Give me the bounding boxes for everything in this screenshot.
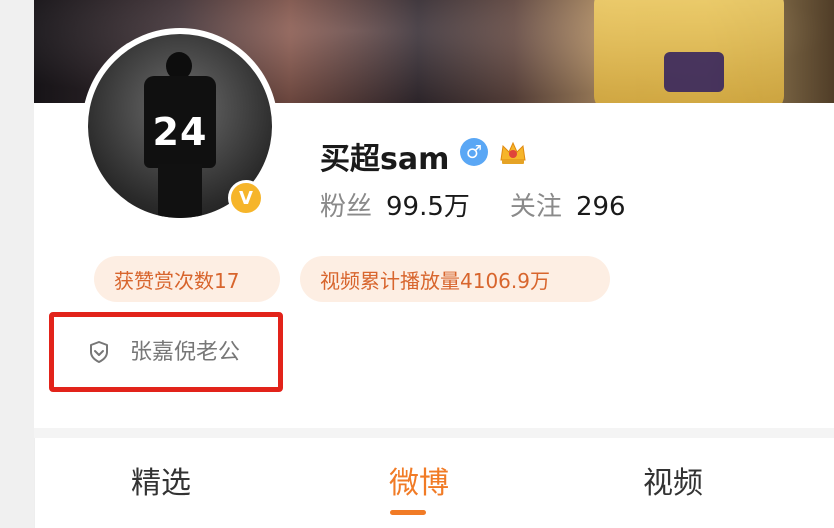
jersey-number: 24 bbox=[152, 110, 208, 154]
male-icon: ♂ bbox=[460, 138, 488, 166]
shield-icon bbox=[90, 341, 108, 363]
verified-badge-icon: V bbox=[228, 180, 264, 216]
avatar[interactable]: 24 V bbox=[82, 28, 278, 224]
following-label: 关注 bbox=[509, 192, 562, 222]
likes-reward-tag[interactable]: 获赞赏次数17 bbox=[94, 256, 280, 302]
section-divider bbox=[34, 428, 834, 438]
following-count[interactable]: 296 bbox=[576, 192, 626, 222]
medal-label[interactable]: 张嘉倪老公 bbox=[130, 334, 240, 366]
followers-label: 粉丝 bbox=[320, 192, 373, 222]
profile-tabs: 精选 微博 视频 bbox=[34, 438, 834, 528]
crown-icon bbox=[500, 141, 526, 164]
tab-weibo[interactable]: 微博 bbox=[389, 458, 449, 502]
tab-video[interactable]: 视频 bbox=[643, 458, 703, 502]
video-views-tag[interactable]: 视频累计播放量4106.9万 bbox=[300, 256, 610, 302]
profile-name: 买超sam bbox=[320, 142, 450, 177]
profile-stats: 粉丝 99.5万 关注 296 bbox=[320, 186, 626, 223]
tab-featured[interactable]: 精选 bbox=[131, 458, 191, 502]
followers-count[interactable]: 99.5万 bbox=[386, 192, 470, 222]
active-tab-indicator bbox=[390, 510, 426, 515]
